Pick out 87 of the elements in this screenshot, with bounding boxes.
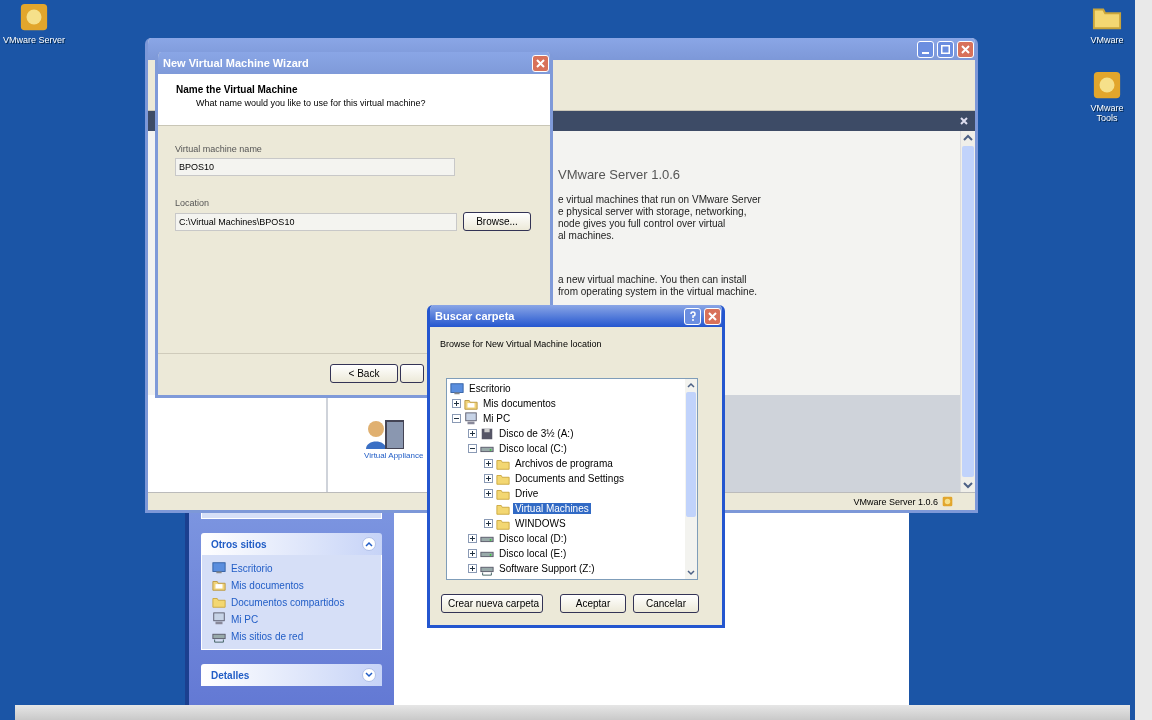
application-icon (1092, 70, 1122, 100)
field-label: Virtual machine name (175, 144, 263, 154)
close-icon (536, 58, 545, 68)
expand-toggle[interactable] (468, 549, 477, 558)
close-icon (708, 311, 717, 321)
product-heading: VMware Server 1.0.6 (558, 167, 682, 182)
maximize-button[interactable] (937, 40, 954, 58)
tree-item[interactable]: Disco local (C:) (497, 443, 569, 454)
tree-item[interactable]: Documents and Settings (513, 473, 626, 484)
minimize-icon (922, 52, 929, 54)
scrollbar[interactable] (960, 131, 975, 492)
field-label: Location (175, 198, 211, 208)
status-icon (942, 496, 953, 507)
task-pane-title: Otros sitios (211, 538, 267, 550)
scroll-thumb[interactable] (686, 392, 696, 517)
dialog-button[interactable]: Crear nueva carpeta (441, 594, 543, 613)
monitor-icon (450, 381, 464, 396)
tree-item[interactable]: Disco local (D:) (497, 533, 569, 544)
task-link[interactable]: Escritorio (231, 562, 273, 574)
task-link[interactable]: Mis documentos (231, 579, 304, 591)
window-title: New Virtual Machine Wizard (163, 57, 310, 69)
scroll-thumb[interactable] (962, 146, 974, 477)
chevron-button[interactable] (362, 668, 376, 682)
task-pane-title: Detalles (211, 669, 250, 681)
collapse-toggle[interactable] (452, 414, 461, 423)
desktop-icon-label[interactable]: VMware Server (3, 35, 65, 45)
desktop-icon-label[interactable]: VMware (1090, 35, 1124, 45)
window-title: Buscar carpeta (435, 310, 516, 322)
input-field[interactable]: C:\Virtual Machines\BPOS10 (175, 212, 457, 231)
task-link[interactable]: Mis sitios de red (231, 630, 304, 642)
expand-toggle[interactable] (484, 474, 493, 483)
tree-item[interactable]: Software Support (Z:) (497, 563, 597, 574)
browse-button[interactable]: Browse... (463, 212, 531, 231)
close-icon[interactable] (959, 116, 969, 126)
question-mark-icon (689, 311, 696, 321)
expand-toggle[interactable] (468, 429, 477, 438)
input-field[interactable]: BPOS10 (175, 158, 455, 176)
chevron-icon (365, 540, 373, 548)
task-link[interactable]: Mi PC (231, 613, 259, 625)
back-button[interactable]: < Back (330, 364, 398, 383)
expand-toggle[interactable] (484, 459, 493, 468)
tree-item[interactable]: Archivos de programa (513, 458, 615, 469)
desktop-icon-label[interactable]: VMware Tools (1080, 103, 1134, 123)
description-text: a new virtual machine. You then can install from operating system in the virtual machine. (558, 274, 758, 298)
tree-item[interactable]: Mi PC (481, 413, 513, 424)
dialog-button[interactable]: Aceptar (560, 594, 626, 613)
chevron-icon (365, 671, 373, 679)
tree-item[interactable]: Drive (513, 488, 541, 499)
close-button[interactable] (532, 54, 549, 72)
task-pane-header[interactable]: Otros sitios (201, 533, 382, 555)
wizard-heading: Name the Virtual Machine (176, 84, 299, 95)
expand-toggle[interactable] (468, 534, 477, 543)
maximize-icon (941, 44, 950, 54)
close-button[interactable] (957, 40, 974, 58)
close-button[interactable] (704, 307, 721, 325)
status-text: VMware Server 1.0.6 (853, 496, 938, 507)
expand-toggle[interactable] (468, 564, 477, 573)
expand-toggle[interactable] (484, 489, 493, 498)
expand-toggle[interactable] (452, 399, 461, 408)
task-pane-header[interactable]: Detalles (201, 664, 382, 686)
tree-item[interactable]: WINDOWS (513, 518, 568, 529)
dialog-button[interactable]: Cancelar (633, 594, 699, 613)
tree-item[interactable]: Mis documentos (481, 398, 558, 409)
scrollbar[interactable] (685, 379, 697, 579)
dialog-prompt: Browse for New Virtual Machine location (440, 339, 602, 349)
tree-item[interactable]: Virtual Machines (513, 503, 591, 514)
appliance-link[interactable]: Virtual Appliance (364, 451, 424, 460)
application-icon (19, 2, 49, 32)
tree-item[interactable]: Escritorio (467, 383, 513, 394)
monitor-icon (212, 561, 226, 575)
chevron-button[interactable] (362, 537, 376, 551)
wizard-subheading: What name would you like to use for this virtual machine? (195, 98, 427, 108)
computer-icon (464, 411, 478, 426)
tree-item[interactable]: Disco local (E:) (497, 548, 569, 559)
help-button[interactable] (684, 307, 701, 325)
minimize-button[interactable] (917, 40, 934, 58)
collapse-toggle[interactable] (468, 444, 477, 453)
tree-item[interactable]: Disco de 3½ (A:) (497, 428, 576, 439)
expand-toggle[interactable] (484, 519, 493, 528)
description-text: e virtual machines that run on VMware Server e physical server with storage, networking, node gives you full control over virtual al machines. (558, 194, 762, 242)
folder-icon (212, 595, 226, 609)
computer-icon (212, 612, 226, 626)
next-button[interactable] (400, 364, 424, 383)
task-link[interactable]: Documentos compartidos (231, 596, 345, 608)
close-icon (961, 44, 970, 54)
person-server-icon (364, 417, 404, 449)
documents-folder-icon (212, 578, 226, 592)
